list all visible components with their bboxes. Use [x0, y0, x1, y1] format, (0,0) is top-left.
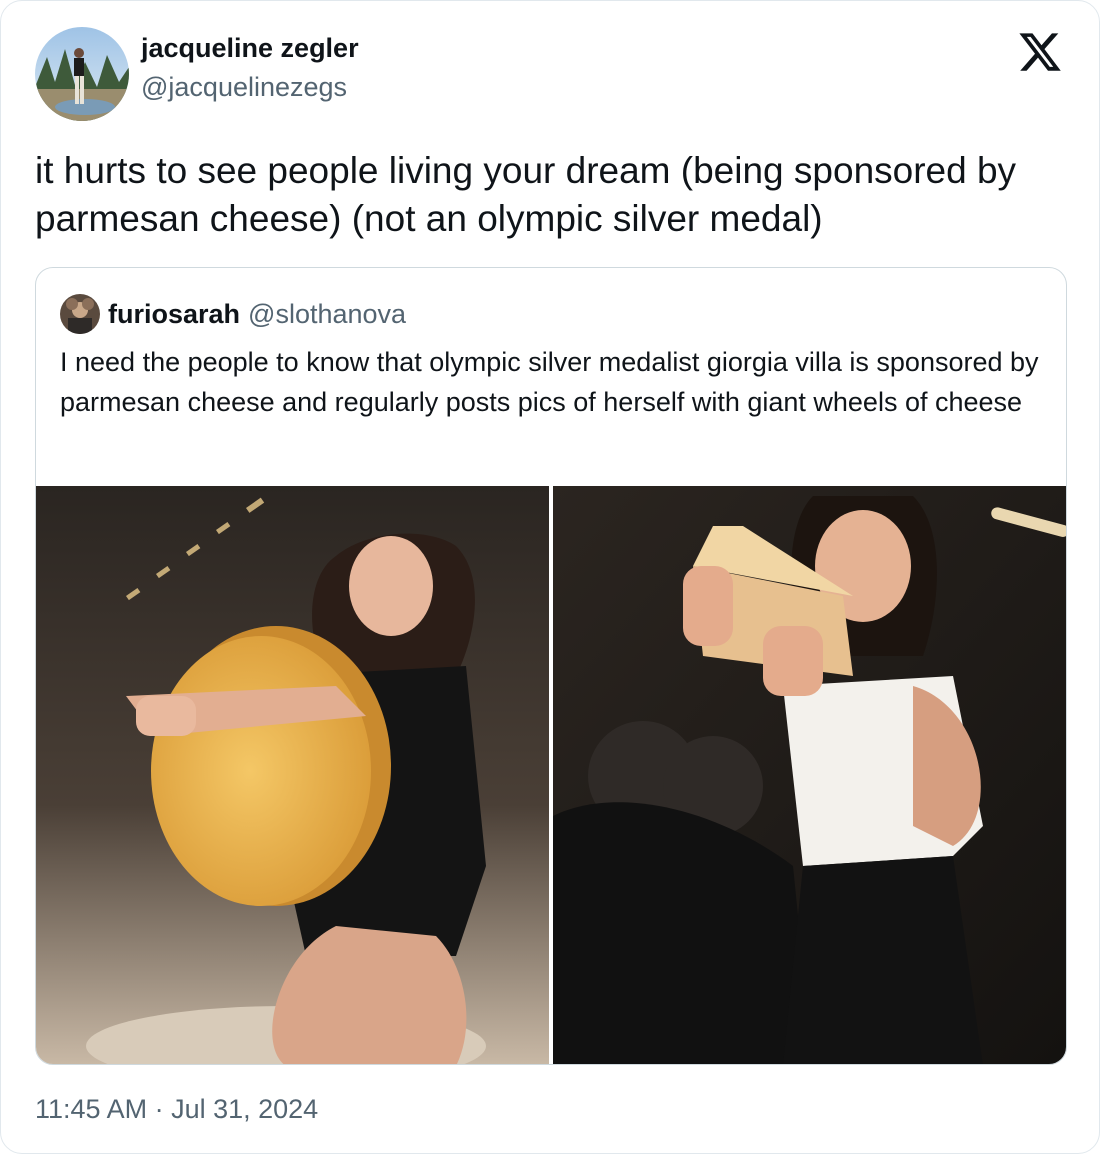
photo-gymnast-cheese-wedge[interactable]: [553, 486, 1066, 1064]
quoted-tweet-text: I need the people to know that olympic s…: [60, 347, 1039, 417]
tweet-text: it hurts to see people living your dream…: [35, 150, 1017, 239]
author-handle[interactable]: @jacquelinezegs: [141, 66, 359, 108]
quoted-tweet[interactable]: furiosarah @slothanova I need the people…: [35, 267, 1067, 1065]
quoted-author-handle[interactable]: @slothanova: [248, 299, 406, 330]
quoted-tweet-media: [36, 486, 1066, 1064]
tweet-author[interactable]: jacqueline zegler @jacquelinezegs: [35, 27, 359, 121]
quoted-tweet-author[interactable]: furiosarah @slothanova: [60, 294, 406, 334]
quoted-author-avatar[interactable]: [60, 294, 100, 334]
author-display-name[interactable]: jacqueline zegler: [141, 30, 359, 66]
photo-gymnast-cheese-wheel[interactable]: [36, 486, 549, 1064]
quoted-author-display-name[interactable]: furiosarah: [108, 299, 240, 330]
tweet-timestamp[interactable]: 11:45 AM · Jul 31, 2024: [35, 1091, 318, 1127]
author-avatar[interactable]: [35, 27, 129, 121]
x-logo-icon[interactable]: [1017, 29, 1063, 75]
tweet-card: jacqueline zegler @jacquelinezegs it hur…: [0, 0, 1100, 1154]
